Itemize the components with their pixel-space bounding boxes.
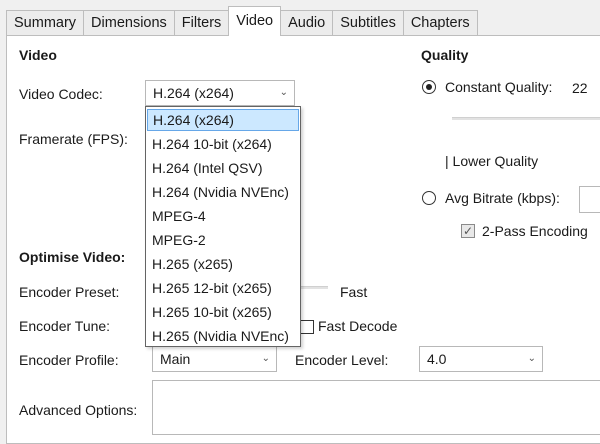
tab-summary[interactable]: Summary bbox=[6, 10, 85, 35]
constant-quality-radio[interactable] bbox=[422, 80, 436, 94]
avg-bitrate-radio[interactable] bbox=[422, 191, 436, 205]
encoder-level-label: Encoder Level: bbox=[295, 352, 389, 368]
encoder-preset-label: Encoder Preset: bbox=[19, 284, 120, 300]
tab-chapters[interactable]: Chapters bbox=[402, 10, 478, 35]
codec-option[interactable]: H.264 (Intel QSV) bbox=[147, 157, 299, 179]
chevron-down-icon: ⌄ bbox=[261, 353, 270, 364]
two-pass-checkbox[interactable]: ✓ bbox=[461, 224, 475, 238]
codec-option[interactable]: H.264 (x264) bbox=[147, 109, 299, 131]
codec-option[interactable]: H.264 (Nvidia NVEnc) bbox=[147, 181, 299, 203]
two-pass-label: 2-Pass Encoding bbox=[482, 223, 588, 239]
tab-dimensions[interactable]: Dimensions bbox=[83, 10, 175, 35]
tab-bar: Summary Dimensions Filters Video Audio S… bbox=[0, 0, 600, 36]
codec-option[interactable]: MPEG-2 bbox=[147, 229, 299, 251]
constant-quality-label: Constant Quality: bbox=[445, 79, 553, 95]
codec-option[interactable]: H.264 10-bit (x264) bbox=[147, 133, 299, 155]
quality-slider[interactable] bbox=[452, 117, 600, 120]
encoder-tune-label: Encoder Tune: bbox=[19, 318, 111, 334]
video-codec-value: H.264 (x264) bbox=[153, 85, 234, 101]
tab-video[interactable]: Video bbox=[228, 6, 282, 36]
quality-heading: Quality bbox=[421, 47, 469, 63]
codec-option[interactable]: H.265 12-bit (x265) bbox=[147, 277, 299, 299]
video-codec-label: Video Codec: bbox=[19, 86, 103, 102]
fast-decode-label: Fast Decode bbox=[318, 318, 398, 334]
video-codec-select[interactable]: H.264 (x264) ⌄ bbox=[145, 80, 295, 106]
advanced-options-input[interactable] bbox=[152, 380, 600, 435]
encoder-level-value: 4.0 bbox=[427, 351, 447, 367]
tab-audio[interactable]: Audio bbox=[280, 10, 334, 35]
avg-bitrate-input[interactable] bbox=[579, 186, 600, 213]
encoder-profile-label: Encoder Profile: bbox=[19, 352, 119, 368]
advanced-options-label: Advanced Options: bbox=[19, 402, 138, 418]
framerate-label: Framerate (FPS): bbox=[19, 131, 128, 147]
lower-quality-label: | Lower Quality bbox=[445, 153, 539, 169]
codec-option[interactable]: MPEG-4 bbox=[147, 205, 299, 227]
tab-subtitles[interactable]: Subtitles bbox=[332, 10, 404, 35]
video-heading: Video bbox=[19, 47, 57, 63]
encoder-preset-value: Fast bbox=[340, 284, 368, 300]
optimise-heading: Optimise Video: bbox=[19, 249, 126, 265]
avg-bitrate-label: Avg Bitrate (kbps): bbox=[445, 190, 560, 206]
tab-filters[interactable]: Filters bbox=[173, 10, 230, 35]
chevron-down-icon: ⌄ bbox=[279, 87, 288, 98]
video-codec-dropdown: H.264 (x264) H.264 10-bit (x264) H.264 (… bbox=[145, 106, 301, 347]
checkmark-icon: ✓ bbox=[462, 224, 474, 238]
codec-option[interactable]: H.265 (Nvidia NVEnc) bbox=[147, 325, 299, 347]
chevron-down-icon: ⌄ bbox=[527, 353, 536, 364]
encoder-profile-select[interactable]: Main ⌄ bbox=[152, 346, 277, 372]
codec-option[interactable]: H.265 (x265) bbox=[147, 253, 299, 275]
encoder-preset-slider[interactable] bbox=[300, 286, 328, 289]
encoder-level-select[interactable]: 4.0 ⌄ bbox=[419, 346, 543, 372]
fast-decode-checkbox[interactable] bbox=[300, 320, 314, 334]
encoder-profile-value: Main bbox=[160, 351, 191, 367]
constant-quality-value: 22 bbox=[572, 80, 588, 96]
codec-option[interactable]: H.265 10-bit (x265) bbox=[147, 301, 299, 323]
